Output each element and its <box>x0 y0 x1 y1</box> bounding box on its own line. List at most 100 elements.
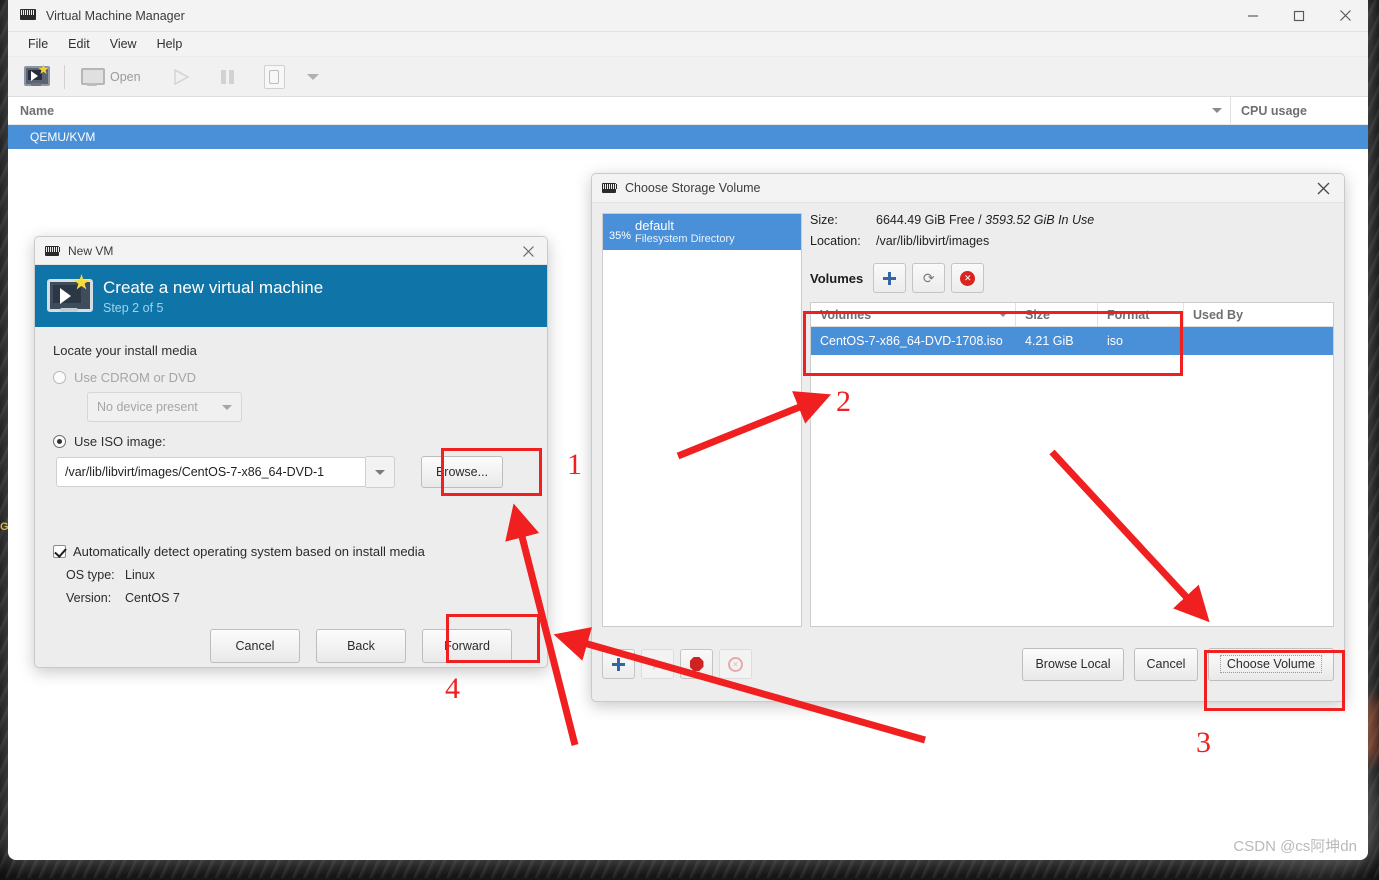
menu-edit[interactable]: Edit <box>58 35 100 53</box>
new-vm-banner-title: Create a new virtual machine <box>103 278 324 297</box>
refresh-volumes-button[interactable]: ⟳ <box>912 263 946 293</box>
annotation-number-2: 2 <box>836 385 851 418</box>
os-type-row: OS type: Linux <box>66 568 529 582</box>
menu-help[interactable]: Help <box>147 35 193 53</box>
version-key: Version: <box>66 591 112 605</box>
vmm-icon <box>602 183 617 193</box>
install-media-section-label: Locate your install media <box>53 343 197 358</box>
back-button[interactable]: Back <box>316 629 406 663</box>
watermark: CSDN @cs阿坤dn <box>1233 838 1357 855</box>
toolbar: Open <box>8 57 1368 97</box>
vmm-icon <box>45 245 60 256</box>
stop-icon <box>689 657 704 671</box>
start-pool-button[interactable] <box>641 649 674 679</box>
pool-type: Filesystem Directory <box>635 233 735 245</box>
add-volume-button[interactable] <box>873 263 907 293</box>
close-icon[interactable] <box>1322 0 1368 31</box>
pause-button[interactable] <box>217 62 238 92</box>
os-type-key: OS type: <box>66 568 115 582</box>
maximize-icon[interactable] <box>1276 0 1322 31</box>
column-header-name-label: Name <box>20 103 55 118</box>
iso-path-input[interactable]: /var/lib/libvirt/images/CentOS-7-x86_64-… <box>56 457 366 487</box>
add-pool-button[interactable] <box>602 649 635 679</box>
annotation-number-1: 1 <box>567 448 582 481</box>
volumes-label: Volumes <box>810 270 864 286</box>
column-header-cpu-label: CPU usage <box>1241 103 1307 118</box>
pool-location-value: /var/lib/libvirt/images <box>876 234 990 248</box>
column-header-name[interactable]: Name <box>8 97 1230 124</box>
pool-size-row: Size: 6644.49 GiB Free / 3593.52 GiB In … <box>810 213 1334 227</box>
play-icon <box>653 658 662 670</box>
storage-pool-list[interactable]: 35% default Filesystem Directory <box>602 213 802 627</box>
pool-name: default <box>635 218 675 233</box>
list-item[interactable]: QEMU/KVM <box>8 125 1368 149</box>
storage-dialog-titlebar: Choose Storage Volume <box>592 174 1344 203</box>
new-vm-button[interactable] <box>20 62 52 92</box>
iso-radio-row[interactable]: Use ISO image: <box>53 434 529 449</box>
annotation-box-forward <box>446 614 540 663</box>
column-header-used-by[interactable]: Used By <box>1184 303 1333 326</box>
cdrom-device-select[interactable]: No device present <box>87 392 242 422</box>
autodetect-row[interactable]: Automatically detect operating system ba… <box>53 544 529 559</box>
autodetect-checkbox[interactable] <box>53 545 66 558</box>
connection-name: QEMU/KVM <box>30 130 96 144</box>
window-controls <box>1230 0 1368 31</box>
cdrom-radio-row[interactable]: Use CDROM or DVD <box>53 370 529 385</box>
storage-pool-details: Size: 6644.49 GiB Free / 3593.52 GiB In … <box>810 213 1334 627</box>
annotation-box-browse <box>441 448 542 496</box>
shutdown-icon <box>263 64 285 89</box>
toolbar-dropdown-button[interactable] <box>303 62 323 92</box>
window-title: Virtual Machine Manager <box>46 8 185 23</box>
new-vm-icon <box>24 64 50 87</box>
stop-pool-button[interactable] <box>680 649 713 679</box>
list-item[interactable]: 35% default Filesystem Directory <box>603 214 801 250</box>
column-header-cpu-usage[interactable]: CPU usage <box>1230 97 1368 124</box>
browse-local-button[interactable]: Browse Local <box>1022 647 1124 681</box>
new-vm-banner: Create a new virtual machine Step 2 of 5 <box>35 265 547 327</box>
monitor-icon <box>81 67 105 86</box>
new-vm-icon <box>47 274 93 315</box>
delete-icon: ✕ <box>728 656 743 672</box>
cancel-button[interactable]: Cancel <box>1134 647 1198 681</box>
open-label: Open <box>110 69 141 84</box>
pool-usage-percent: 35% <box>609 230 632 242</box>
pool-size-free: 6644.49 GiB Free / <box>876 213 982 227</box>
volumes-toolbar: Volumes ⟳ <box>810 263 1334 293</box>
annotation-box-choose-volume <box>1204 650 1345 711</box>
new-vm-step-label: Step 2 of 5 <box>103 301 164 315</box>
menubar: File Edit View Help <box>8 32 1368 57</box>
version-value: CentOS 7 <box>125 591 180 605</box>
storage-dialog-title: Choose Storage Volume <box>625 181 761 195</box>
delete-volume-button[interactable] <box>951 263 985 293</box>
menu-view[interactable]: View <box>100 35 147 53</box>
run-button[interactable] <box>167 62 195 92</box>
annotation-number-3: 3 <box>1196 726 1211 759</box>
cdrom-device-value: No device present <box>97 400 198 414</box>
iso-radio-label: Use ISO image: <box>74 434 166 449</box>
pool-location-key: Location: <box>810 234 861 248</box>
plus-icon <box>883 271 897 285</box>
new-vm-title: New VM <box>68 243 114 258</box>
plus-icon <box>612 657 625 671</box>
new-vm-titlebar: New VM <box>35 237 547 265</box>
window-titlebar: Virtual Machine Manager <box>8 0 1368 32</box>
open-button[interactable]: Open <box>77 62 145 92</box>
close-icon[interactable] <box>517 240 539 262</box>
menu-file[interactable]: File <box>18 35 58 53</box>
pool-actions-toolbar: ✕ <box>602 649 758 679</box>
refresh-icon: ⟳ <box>922 270 935 286</box>
chevron-down-icon <box>222 404 232 410</box>
delete-pool-button[interactable]: ✕ <box>719 649 752 679</box>
cdrom-radio[interactable] <box>53 371 66 384</box>
iso-radio[interactable] <box>53 435 66 448</box>
choose-storage-volume-dialog: Choose Storage Volume 35% default Filesy… <box>591 173 1345 702</box>
chevron-down-icon <box>306 73 319 80</box>
iso-path-dropdown-button[interactable] <box>366 456 395 488</box>
shutdown-button[interactable] <box>260 62 289 92</box>
minimize-icon[interactable] <box>1230 0 1276 31</box>
autodetect-label: Automatically detect operating system ba… <box>73 544 425 559</box>
annotation-box-volume-row <box>803 311 1183 376</box>
sort-descending-icon <box>1212 108 1222 113</box>
close-icon[interactable] <box>1312 177 1334 199</box>
cancel-button[interactable]: Cancel <box>210 629 300 663</box>
